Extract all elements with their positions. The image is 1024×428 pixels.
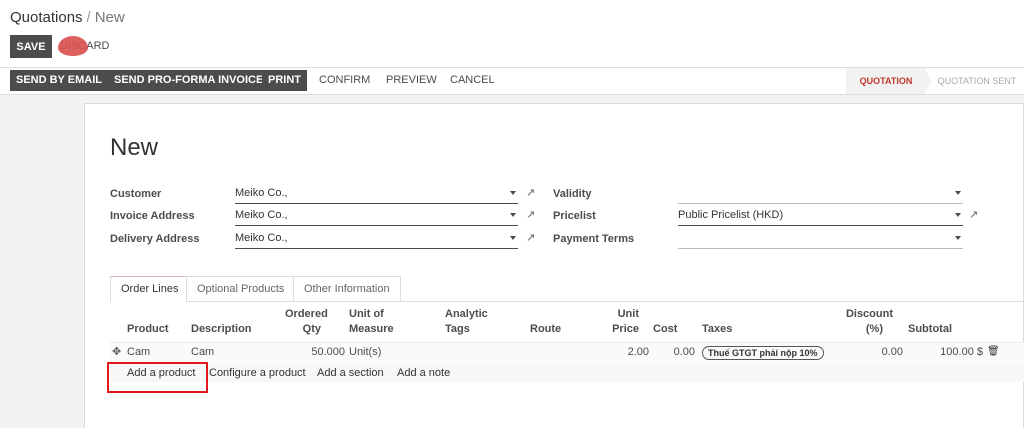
col-unit-price-line1[interactable]: Unit	[605, 307, 639, 322]
stage-quotation[interactable]: QUOTATION	[846, 68, 926, 94]
delivery-address-field[interactable]: Meiko Co.,	[235, 231, 518, 249]
tab-optional-products[interactable]: Optional Products	[186, 276, 296, 302]
row-product[interactable]: Cam	[127, 346, 150, 358]
external-link-icon[interactable]: ↗	[526, 233, 537, 244]
add-section-link[interactable]: Add a section	[317, 367, 384, 379]
col-product[interactable]: Product	[127, 322, 169, 337]
statusbar: SEND BY EMAIL SEND PRO-FORMA INVOICE PRI…	[0, 68, 1024, 95]
chevron-down-icon[interactable]	[955, 191, 961, 195]
row-unit-price[interactable]: 2.00	[605, 346, 649, 358]
delivery-address-value: Meiko Co.,	[235, 232, 288, 244]
validity-field[interactable]	[678, 186, 963, 204]
col-uom-line2[interactable]: Measure	[349, 322, 394, 337]
stage-quotation-sent[interactable]: QUOTATION SENT	[930, 68, 1024, 94]
invoice-address-value: Meiko Co.,	[235, 209, 288, 221]
col-discount-line1[interactable]: Discount	[835, 307, 893, 322]
add-note-link[interactable]: Add a note	[397, 367, 450, 379]
page-title: New	[110, 134, 159, 161]
col-analytic-line2[interactable]: Tags	[445, 322, 470, 337]
row-cost[interactable]: 0.00	[655, 346, 695, 358]
col-subtotal[interactable]: Subtotal	[908, 322, 952, 337]
customer-value: Meiko Co.,	[235, 187, 288, 199]
print-button[interactable]: PRINT	[262, 70, 307, 91]
tab-order-lines[interactable]: Order Lines	[110, 276, 190, 302]
form-sheet: New Customer Meiko Co., ↗ Invoice Addres…	[84, 103, 1024, 428]
payment-terms-label: Payment Terms	[553, 233, 635, 245]
col-discount-line2[interactable]: (%)	[835, 322, 883, 337]
col-ordered-qty-line1[interactable]: Ordered	[285, 307, 328, 322]
row-discount[interactable]: 0.00	[845, 346, 903, 358]
chevron-down-icon[interactable]	[510, 236, 516, 240]
cursor-marker	[58, 36, 88, 56]
tab-other-information[interactable]: Other Information	[293, 276, 401, 302]
chevron-down-icon[interactable]	[510, 213, 516, 217]
highlight-box	[107, 362, 208, 393]
col-taxes[interactable]: Taxes	[702, 322, 732, 337]
trash-icon[interactable]: 🗑	[987, 346, 1000, 357]
confirm-button[interactable]: CONFIRM	[313, 70, 376, 91]
pricelist-label: Pricelist	[553, 210, 596, 222]
row-uom[interactable]: Unit(s)	[349, 346, 381, 358]
customer-label: Customer	[110, 188, 162, 200]
invoice-address-label: Invoice Address	[110, 210, 195, 222]
row-description[interactable]: Cam	[191, 346, 214, 358]
invoice-address-field[interactable]: Meiko Co.,	[235, 208, 518, 226]
pricelist-field[interactable]: Public Pricelist (HKD)	[678, 208, 963, 226]
col-uom-line1[interactable]: Unit of	[349, 307, 384, 322]
external-link-icon[interactable]: ↗	[526, 210, 537, 221]
payment-terms-field[interactable]	[678, 231, 963, 249]
external-link-icon[interactable]: ↗	[969, 210, 980, 221]
control-panel: Quotations/New SAVE DISCARD	[0, 0, 1024, 68]
delivery-address-label: Delivery Address	[110, 233, 200, 245]
external-link-icon[interactable]: ↗	[526, 188, 537, 199]
chevron-down-icon[interactable]	[955, 213, 961, 217]
breadcrumb: Quotations / New	[10, 9, 125, 26]
breadcrumb-current: New	[94, 9, 125, 26]
tax-badge[interactable]: Thuế GTGT phải nộp 10%	[702, 346, 824, 360]
col-cost[interactable]: Cost	[653, 322, 677, 337]
send-proforma-button[interactable]: SEND PRO-FORMA INVOICE	[108, 70, 270, 91]
preview-button[interactable]: PREVIEW	[380, 70, 443, 91]
breadcrumb-separator: /	[86, 9, 91, 26]
validity-label: Validity	[553, 188, 592, 200]
cancel-button[interactable]: CANCEL	[444, 70, 501, 91]
send-by-email-button[interactable]: SEND BY EMAIL	[10, 70, 108, 91]
row-subtotal: 100.00 $	[940, 346, 983, 358]
chevron-down-icon[interactable]	[955, 236, 961, 240]
drag-handle-icon[interactable]: ✥	[112, 345, 121, 358]
save-button[interactable]: SAVE	[10, 35, 52, 58]
row-qty[interactable]: 50.000	[285, 346, 345, 358]
breadcrumb-parent[interactable]: Quotations	[10, 9, 83, 26]
col-route[interactable]: Route	[530, 322, 561, 337]
chevron-down-icon[interactable]	[510, 191, 516, 195]
customer-field[interactable]: Meiko Co.,	[235, 186, 518, 204]
col-description[interactable]: Description	[191, 322, 252, 337]
pricelist-value: Public Pricelist (HKD)	[678, 209, 784, 221]
configure-product-link[interactable]: Configure a product	[209, 367, 306, 379]
col-analytic-line1[interactable]: Analytic	[445, 307, 488, 322]
col-ordered-qty-line2[interactable]: Qty	[285, 322, 321, 337]
col-unit-price-line2[interactable]: Price	[605, 322, 639, 337]
